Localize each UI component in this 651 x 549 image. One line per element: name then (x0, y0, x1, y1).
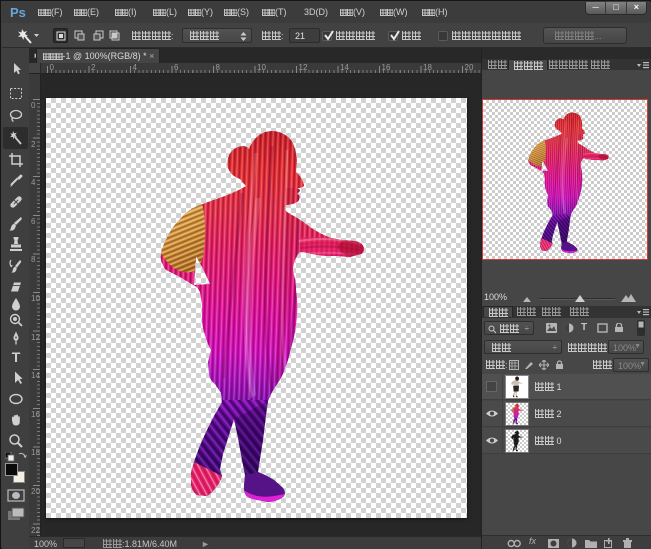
svg-text:T: T (12, 349, 21, 365)
